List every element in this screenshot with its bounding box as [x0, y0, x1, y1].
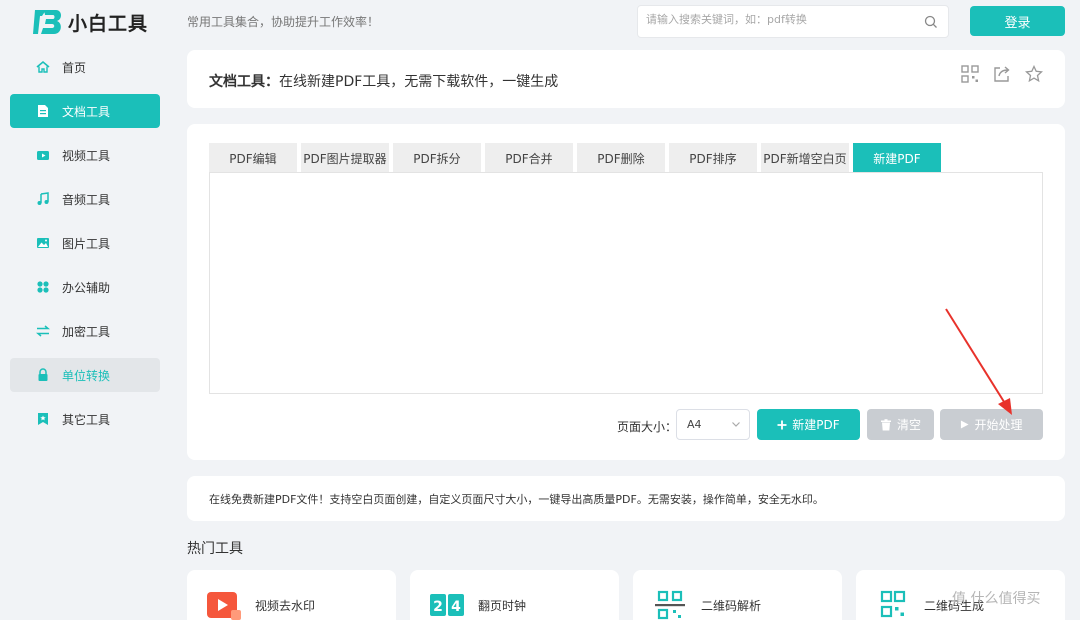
clear-button[interactable]: 清空 [867, 409, 934, 440]
sidebar-item-label: 单位转换 [62, 368, 111, 383]
plus-icon [777, 420, 787, 430]
sidebar-item-office[interactable]: 办公辅助 [10, 270, 160, 304]
page-size-select[interactable]: A4 [676, 409, 750, 440]
sidebar-item-home[interactable]: 首页 [10, 50, 160, 84]
sidebar-item-units[interactable]: 单位转换 [10, 358, 160, 392]
pdf-workspace[interactable] [209, 172, 1043, 394]
page-size-value: A4 [687, 418, 702, 431]
play-icon [960, 420, 970, 429]
watermark: 值 什么值得买 [952, 591, 1041, 607]
grid-icon [36, 280, 50, 294]
new-pdf-label: 新建PDF [792, 418, 840, 432]
hot-tool-card[interactable]: 二维码解析 [633, 570, 842, 620]
hot-tool-card[interactable]: 2 4 翻页时钟 [410, 570, 619, 620]
tool-card: PDF编辑 PDF图片提取器 PDF拆分 PDF合并 PDF删除 PDF排序 P… [187, 124, 1065, 460]
hot-tools-heading: 热门工具 [187, 541, 243, 557]
document-icon [36, 104, 50, 118]
flip-clock-icon: 2 4 [430, 594, 464, 616]
video-watermark-icon [207, 592, 241, 620]
page-size-label: 页面大小： [617, 420, 678, 434]
tab-pdf-delete[interactable]: PDF删除 [577, 143, 665, 173]
sidebar: 首页 文档工具 视频工具 音频工具 图片工具 办公辅助 加密工具 单位转换 其它… [10, 50, 160, 446]
video-icon [36, 148, 50, 162]
sidebar-item-label: 文档工具 [62, 104, 111, 119]
sidebar-item-label: 视频工具 [62, 148, 111, 163]
swap-icon [36, 324, 50, 338]
tab-pdf-add-blank-page[interactable]: PDF新增空白页 [761, 143, 849, 173]
page-title-text: 在线新建PDF工具，无需下载软件，一键生成 [279, 74, 559, 90]
page-title: 文档工具：在线新建PDF工具，无需下载软件，一键生成 [209, 71, 558, 91]
sidebar-item-video[interactable]: 视频工具 [10, 138, 160, 172]
page-title-prefix: 文档工具： [209, 74, 279, 90]
search-icon[interactable] [924, 15, 938, 29]
sidebar-item-documents[interactable]: 文档工具 [10, 94, 160, 128]
star-icon[interactable] [1025, 65, 1043, 83]
sidebar-item-label: 办公辅助 [62, 280, 111, 295]
tool-description: 在线免费新建PDF文件！支持空白页面创建，自定义页面尺寸大小，一键导出高质量PD… [209, 493, 824, 506]
tab-pdf-merge[interactable]: PDF合并 [485, 143, 573, 173]
title-actions [961, 65, 1043, 83]
tab-new-pdf[interactable]: 新建PDF [853, 143, 941, 173]
lock-icon [36, 368, 50, 382]
tab-pdf-edit[interactable]: PDF编辑 [209, 143, 297, 173]
brand-name: 小白工具 [68, 12, 149, 35]
bookmark-icon [36, 412, 50, 426]
image-icon [36, 236, 50, 250]
search-input[interactable] [646, 13, 916, 26]
login-button[interactable]: 登录 [970, 6, 1065, 36]
sidebar-item-label: 加密工具 [62, 324, 111, 339]
tool-tabs: PDF编辑 PDF图片提取器 PDF拆分 PDF合并 PDF删除 PDF排序 P… [209, 143, 941, 173]
sidebar-item-encrypt[interactable]: 加密工具 [10, 314, 160, 348]
sidebar-item-audio[interactable]: 音频工具 [10, 182, 160, 216]
logo-icon [33, 10, 62, 34]
clear-label: 清空 [896, 418, 921, 432]
brand-logo[interactable]: 小白工具 [32, 6, 162, 38]
sidebar-item-label: 首页 [62, 60, 87, 75]
chevron-down-icon [732, 422, 740, 427]
hot-tool-name: 视频去水印 [255, 599, 316, 613]
hot-tool-name: 二维码解析 [701, 599, 762, 613]
sidebar-item-images[interactable]: 图片工具 [10, 226, 160, 260]
hot-tool-name: 翻页时钟 [478, 599, 527, 613]
search-box[interactable] [637, 5, 949, 38]
home-icon [36, 60, 50, 74]
title-card: 文档工具：在线新建PDF工具，无需下载软件，一键生成 [187, 50, 1065, 108]
share-icon[interactable] [993, 65, 1011, 83]
sidebar-item-label: 图片工具 [62, 236, 111, 251]
qr-scan-icon [655, 590, 685, 620]
sidebar-item-label: 其它工具 [62, 412, 111, 427]
tab-pdf-sort[interactable]: PDF排序 [669, 143, 757, 173]
hot-tool-card[interactable]: 视频去水印 [187, 570, 396, 620]
start-processing-button[interactable]: 开始处理 [940, 409, 1043, 440]
sidebar-item-other[interactable]: 其它工具 [10, 402, 160, 436]
svg-text:4: 4 [451, 599, 461, 615]
tab-pdf-split[interactable]: PDF拆分 [393, 143, 481, 173]
tab-pdf-image-extractor[interactable]: PDF图片提取器 [301, 143, 389, 173]
description-card: 在线免费新建PDF文件！支持空白页面创建，自定义页面尺寸大小，一键导出高质量PD… [187, 476, 1065, 521]
trash-icon [880, 418, 892, 431]
qr-code-icon[interactable] [961, 65, 979, 83]
qr-code-icon [880, 590, 906, 618]
svg-text:2: 2 [433, 599, 443, 615]
sidebar-item-label: 音频工具 [62, 192, 111, 207]
start-label: 开始处理 [974, 418, 1023, 432]
tagline: 常用工具集合，协助提升工作效率！ [187, 15, 380, 29]
new-pdf-button[interactable]: 新建PDF [757, 409, 860, 440]
music-icon [36, 192, 50, 206]
